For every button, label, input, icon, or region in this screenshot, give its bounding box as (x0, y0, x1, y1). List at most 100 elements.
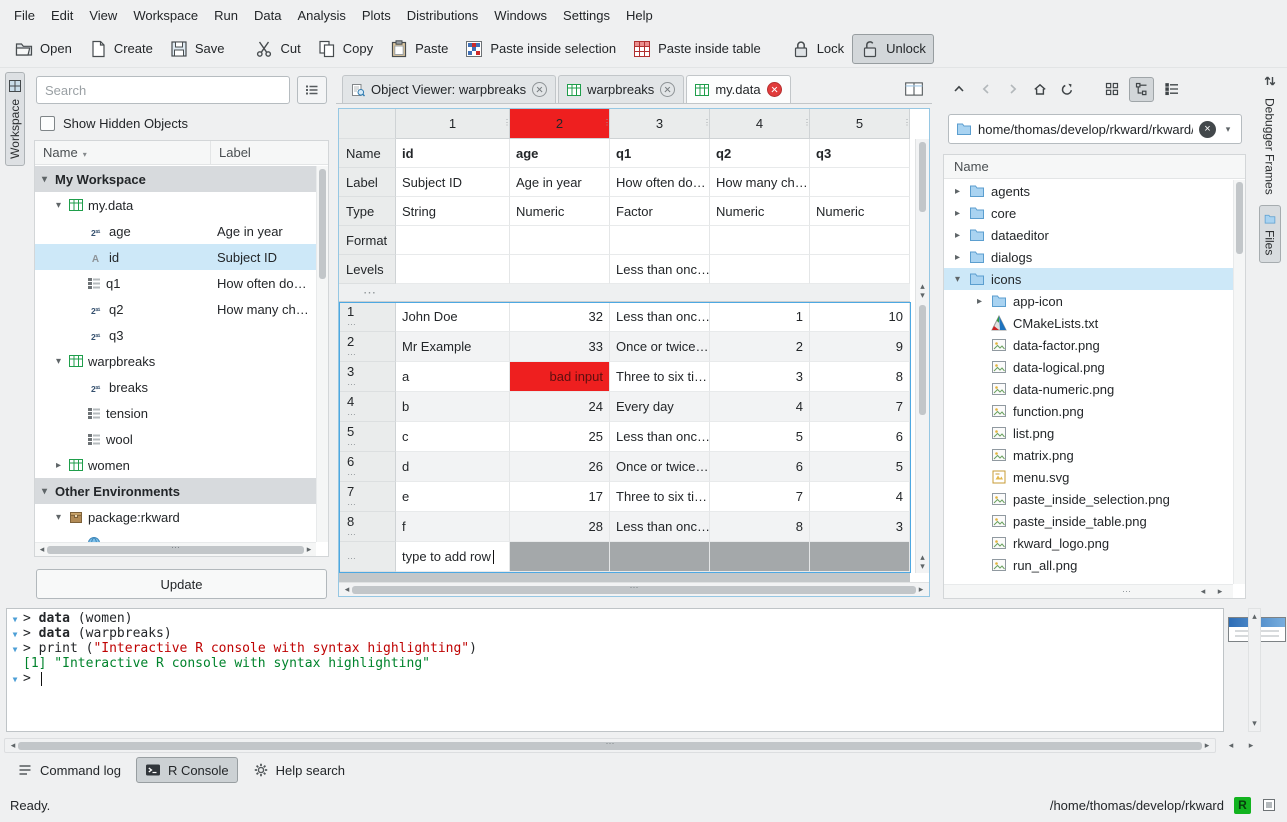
reload-icon[interactable] (1060, 82, 1074, 96)
tree-item-package-rkward[interactable]: package:rkward (35, 504, 316, 530)
meta-row-header[interactable]: Format (339, 226, 396, 255)
lock-button[interactable]: Lock (783, 34, 852, 64)
menu-item-file[interactable]: File (6, 3, 43, 28)
tree-item-breaks[interactable]: breaks (35, 374, 316, 400)
cell[interactable]: 7 (710, 482, 810, 512)
tree-item-warpbreaks[interactable]: warpbreaks (35, 348, 316, 374)
menu-item-settings[interactable]: Settings (555, 3, 618, 28)
tree-section-other-environments[interactable]: Other Environments (35, 478, 316, 504)
chevron-right-icon[interactable] (53, 460, 64, 471)
chevron-down-icon[interactable] (53, 512, 64, 523)
file-item[interactable]: paste_inside_table.png (944, 510, 1233, 532)
cell[interactable]: Age in year (510, 168, 610, 197)
cell[interactable]: Subject ID (396, 168, 510, 197)
icons-view-button[interactable] (1099, 77, 1124, 102)
scroll-left-icon[interactable] (37, 545, 47, 554)
cell[interactable] (710, 226, 810, 255)
cell[interactable]: 25 (510, 422, 610, 452)
scroll-down-icon[interactable] (918, 291, 928, 300)
add-row-input[interactable]: type to add row (396, 542, 510, 572)
meta-data-splitter[interactable] (339, 284, 910, 302)
row-header[interactable]: 7 (339, 482, 396, 512)
cell[interactable]: id (396, 139, 510, 168)
view-options-button[interactable] (297, 76, 327, 104)
row-header[interactable]: 5 (339, 422, 396, 452)
tree-item-age[interactable]: ageAge in year (35, 218, 316, 244)
create-button[interactable]: Create (80, 34, 161, 64)
scroll-right-icon[interactable] (916, 585, 926, 594)
r-engine-status-badge[interactable]: R (1234, 797, 1251, 814)
file-item-selected[interactable]: icons (944, 268, 1233, 290)
tree-item-id[interactable]: idSubject ID (35, 244, 316, 270)
cell[interactable]: 1 (710, 302, 810, 332)
cell[interactable]: Less than onc… (610, 512, 710, 542)
cell[interactable]: c (396, 422, 510, 452)
paste-button[interactable]: Paste (381, 34, 456, 64)
file-item[interactable]: matrix.png (944, 444, 1233, 466)
file-item[interactable]: agents (944, 180, 1233, 202)
scroll-up-icon[interactable] (1250, 612, 1260, 621)
search-input[interactable] (36, 76, 290, 104)
scroll-right-icon[interactable] (1202, 741, 1212, 750)
scroll-left-icon[interactable] (1198, 587, 1208, 596)
row-header[interactable]: 1 (339, 302, 396, 332)
menu-item-analysis[interactable]: Analysis (289, 3, 353, 28)
row-header[interactable]: 6 (339, 452, 396, 482)
file-item[interactable]: app-icon (944, 290, 1233, 312)
chevron-down-icon[interactable] (952, 274, 963, 285)
dropdown-arrow-icon[interactable] (1222, 124, 1234, 135)
unlock-button[interactable]: Unlock (852, 34, 934, 64)
scroll-left-icon[interactable] (342, 585, 352, 594)
path-combobox[interactable]: home/thomas/develop/rkward/rkward/ (948, 114, 1242, 144)
row-header[interactable] (339, 542, 396, 572)
chevron-right-icon[interactable] (974, 296, 985, 307)
tree-horizontal-scrollbar[interactable] (35, 542, 316, 556)
cell[interactable]: 3 (810, 512, 910, 542)
scroll-right-icon[interactable] (1215, 587, 1225, 596)
console-vertical-scrollbar[interactable] (1248, 608, 1261, 732)
update-button[interactable]: Update (36, 569, 327, 599)
cell[interactable]: 33 (510, 332, 610, 362)
tree-item-tension[interactable]: tension (35, 400, 316, 426)
cell[interactable] (810, 255, 910, 284)
cell[interactable]: Numeric (510, 197, 610, 226)
cell[interactable] (610, 226, 710, 255)
chevron-down-icon[interactable] (39, 486, 50, 497)
chevron-right-icon[interactable] (952, 252, 963, 263)
scroll-right-icon[interactable] (304, 545, 314, 554)
column-header[interactable]: 5 (810, 109, 910, 139)
cell[interactable] (510, 226, 610, 255)
menu-item-view[interactable]: View (81, 3, 125, 28)
row-header[interactable]: 8 (339, 512, 396, 542)
r-console[interactable]: > data (women) > data (warpbreaks) > pri… (6, 608, 1224, 732)
close-icon[interactable] (532, 82, 547, 97)
file-item[interactable]: paste_inside_selection.png (944, 488, 1233, 510)
row-header[interactable]: 2 (339, 332, 396, 362)
chevron-right-icon[interactable] (952, 208, 963, 219)
meta-row-header[interactable]: Label (339, 168, 396, 197)
cell[interactable] (510, 255, 610, 284)
files-column-header[interactable]: Name (944, 155, 1245, 179)
cell[interactable]: String (396, 197, 510, 226)
cell[interactable]: Numeric (810, 197, 910, 226)
paste-inside-selection-button[interactable]: Paste inside selection (456, 34, 624, 64)
cell[interactable]: q1 (610, 139, 710, 168)
tab-warpbreaks[interactable]: warpbreaks (558, 75, 684, 103)
cell[interactable]: 5 (710, 422, 810, 452)
meta-vertical-scrollbar[interactable] (915, 139, 929, 302)
cell[interactable] (396, 226, 510, 255)
tree-item-clipped[interactable] (35, 530, 316, 542)
cell[interactable]: 8 (710, 512, 810, 542)
cell[interactable]: 4 (810, 482, 910, 512)
cell[interactable]: e (396, 482, 510, 512)
cell[interactable]: 9 (810, 332, 910, 362)
corner-scroll-buttons[interactable] (1226, 741, 1256, 750)
tree-vertical-scrollbar[interactable] (316, 166, 328, 542)
scroll-left-icon[interactable] (8, 741, 18, 750)
cell[interactable]: a (396, 362, 510, 392)
cell[interactable]: How often do… (610, 168, 710, 197)
meta-row-header[interactable]: Type (339, 197, 396, 226)
cell[interactable]: 17 (510, 482, 610, 512)
cell[interactable] (710, 255, 810, 284)
row-header[interactable]: 3 (339, 362, 396, 392)
